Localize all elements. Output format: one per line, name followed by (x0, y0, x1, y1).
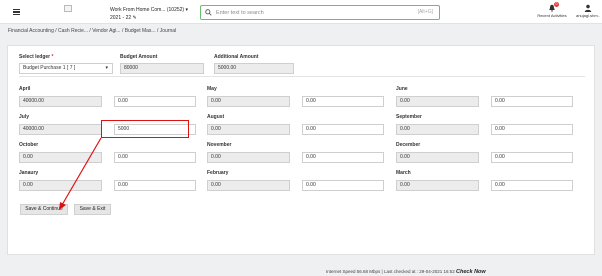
month-additional-input-november[interactable]: 0.00 (302, 152, 384, 163)
month-budget-june: 0.00 (396, 96, 479, 107)
month-label-may: May (207, 86, 217, 92)
month-additional-input-june[interactable]: 0.00 (491, 96, 573, 107)
breadcrumb: Financial Accounting / Cash Recie... / V… (8, 28, 177, 34)
select-ledger-label: Select ledger * (19, 54, 54, 60)
month-budget-february: 0.00 (207, 180, 290, 191)
save-exit-button[interactable]: Save & Exit (74, 204, 111, 215)
company-switcher[interactable]: Work From Home Com... (10252) ▾ 2021 - 2… (110, 6, 188, 22)
check-now-link[interactable]: Check Now (456, 269, 486, 275)
fiscal-year: 2021 - 22 (110, 15, 132, 21)
month-additional-input-janaury[interactable]: 0.00 (114, 180, 196, 191)
month-additional-input-april[interactable]: 0.00 (114, 96, 196, 107)
notification-badge: 0 (554, 2, 559, 7)
recent-activities-label: Recent Activities (537, 13, 567, 18)
month-additional-input-may[interactable]: 0.00 (302, 96, 384, 107)
select-ledger-value: Budget Purchase 1 [ 7 ] (23, 65, 76, 71)
month-label-july: July (19, 114, 30, 120)
month-budget-janaury: 0.00 (19, 180, 102, 191)
month-label-september: September (396, 114, 422, 120)
month-label-august: August (207, 114, 225, 120)
month-budget-september: 0.00 (396, 124, 479, 135)
bell-icon: 0 (548, 2, 559, 12)
budget-amount-label: Budget Amount (120, 54, 158, 60)
budget-amount-field: 80000 (120, 63, 204, 74)
select-ledger-dropdown[interactable]: Budget Purchase 1 [ 7 ] ▾ (19, 63, 113, 74)
hamburger-menu-icon[interactable] (13, 9, 20, 15)
month-budget-july: 40000.00 (19, 124, 102, 135)
connection-status: Internet Speed 56.68 Mbps | Last checked… (326, 269, 486, 275)
global-search: [Alt+G] (200, 5, 440, 20)
edit-icon[interactable]: ✎ (133, 15, 137, 21)
form-divider (19, 76, 585, 77)
search-input[interactable] (216, 8, 396, 18)
additional-amount-label: Additional Amount (214, 54, 259, 60)
top-bar: Work From Home Com... (10252) ▾ 2021 - 2… (0, 0, 602, 24)
save-continue-button[interactable]: Save & Continue (20, 204, 68, 215)
month-additional-input-october[interactable]: 0.00 (114, 152, 196, 163)
company-logo (64, 5, 72, 12)
search-shortcut-hint: [Alt+G] (417, 9, 433, 15)
month-additional-input-march[interactable]: 0.00 (491, 180, 573, 191)
month-budget-november: 0.00 (207, 152, 290, 163)
month-label-march: March (396, 170, 411, 176)
month-label-december: December (396, 142, 421, 148)
month-budget-august: 0.00 (207, 124, 290, 135)
month-additional-input-september[interactable]: 0.00 (491, 124, 573, 135)
internet-speed-status: Internet Speed 56.68 Mbps | Last checked… (326, 269, 455, 274)
budget-form-panel: Select ledger * Budget Purchase 1 [ 7 ] … (7, 45, 595, 255)
recent-activities-button[interactable]: 0 Recent Activities (535, 2, 569, 18)
month-budget-march: 0.00 (396, 180, 479, 191)
additional-amount-field: 5000.00 (214, 63, 294, 74)
user-menu[interactable]: anujagl.shm.. (574, 4, 602, 18)
month-budget-december: 0.00 (396, 152, 479, 163)
user-icon (584, 4, 592, 12)
search-icon (205, 9, 212, 16)
highlight-box (101, 120, 189, 138)
month-additional-input-august[interactable]: 0.00 (302, 124, 384, 135)
month-label-february: February (207, 170, 229, 176)
month-label-october: October (19, 142, 39, 148)
month-budget-october: 0.00 (19, 152, 102, 163)
user-name: anujagl.shm.. (576, 13, 600, 18)
month-label-janaury: Janaury (19, 170, 39, 176)
month-budget-may: 0.00 (207, 96, 290, 107)
month-budget-april: 40000.00 (19, 96, 102, 107)
month-label-april: April (19, 86, 31, 92)
month-label-june: June (396, 86, 408, 92)
company-name: Work From Home Com... (10252) (110, 7, 185, 13)
chevron-down-icon: ▾ (185, 7, 188, 13)
month-label-november: November (207, 142, 232, 148)
month-additional-input-december[interactable]: 0.00 (491, 152, 573, 163)
month-additional-input-february[interactable]: 0.00 (302, 180, 384, 191)
chevron-down-icon: ▾ (105, 65, 108, 71)
